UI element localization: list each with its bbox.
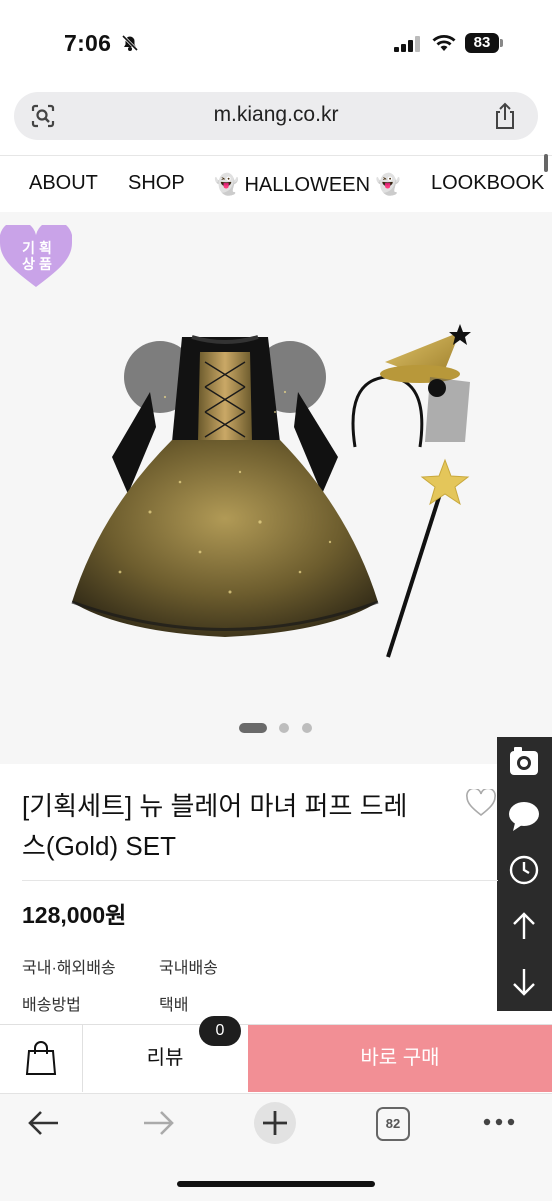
nav-scrollbar xyxy=(544,154,548,172)
cell-signal-icon xyxy=(394,36,422,57)
scroll-top-icon[interactable] xyxy=(507,909,541,948)
nav-item-lookbook[interactable]: LOOKBOOK xyxy=(431,172,544,195)
instagram-icon[interactable] xyxy=(507,745,541,784)
product-title-line2: 스(Gold) SET xyxy=(22,831,176,861)
floating-side-panel xyxy=(497,737,552,1011)
back-arrow-icon[interactable] xyxy=(26,1108,60,1143)
divider xyxy=(22,880,498,881)
buy-now-button[interactable]: 바로 구매 xyxy=(248,1025,552,1092)
scroll-bottom-icon[interactable] xyxy=(507,965,541,1004)
nav-item-halloween[interactable]: 👻 HALLOWEEN 👻 xyxy=(214,172,401,197)
share-icon[interactable] xyxy=(492,101,518,136)
cart-button[interactable] xyxy=(0,1025,83,1092)
product-image[interactable] xyxy=(0,212,552,764)
more-options-icon[interactable] xyxy=(482,1115,516,1134)
url-text[interactable]: m.kiang.co.kr xyxy=(0,103,552,127)
carousel-dot-active xyxy=(239,723,267,733)
product-title: [기획세트] 뉴 블레어 마녀 퍼프 드레 스(Gold) SET xyxy=(22,786,472,866)
promo-badge-line1: 기 획 xyxy=(22,240,52,256)
shopping-bag-icon xyxy=(25,1041,57,1075)
home-indicator xyxy=(177,1181,375,1187)
tab-count-button[interactable]: 82 xyxy=(376,1107,410,1141)
carousel-dot xyxy=(279,723,289,733)
chat-icon[interactable] xyxy=(507,799,541,838)
nav-item-shop[interactable]: SHOP xyxy=(128,172,185,195)
nav-item-about[interactable]: ABOUT xyxy=(29,172,98,195)
carousel-dot xyxy=(302,723,312,733)
battery-indicator: 83 xyxy=(465,33,499,53)
wishlist-heart-icon[interactable] xyxy=(466,787,496,822)
promo-badge-text: 기 획 상 품 xyxy=(16,240,58,272)
product-title-line1: [기획세트] 뉴 블레어 마녀 퍼프 드레 xyxy=(22,791,408,821)
product-price: 128,000원 xyxy=(22,902,127,928)
shipping-method-label: 배송방법 xyxy=(22,997,81,1014)
shipping-method-value: 택배 xyxy=(159,997,189,1014)
review-count-badge: 0 xyxy=(199,1016,241,1046)
shipping-region-value: 국내배송 xyxy=(159,960,218,977)
forward-arrow-icon[interactable] xyxy=(142,1108,176,1143)
recent-history-icon[interactable] xyxy=(507,853,541,892)
promo-badge-line2: 상 품 xyxy=(22,256,52,272)
battery-nub xyxy=(500,39,503,47)
bell-muted-icon xyxy=(120,33,140,58)
status-time: 7:06 xyxy=(64,30,112,56)
carousel-indicator[interactable] xyxy=(239,721,319,740)
new-tab-plus-icon[interactable] xyxy=(253,1101,297,1150)
shipping-region-label: 국내·해외배송 xyxy=(22,960,116,977)
wifi-icon xyxy=(431,33,457,58)
